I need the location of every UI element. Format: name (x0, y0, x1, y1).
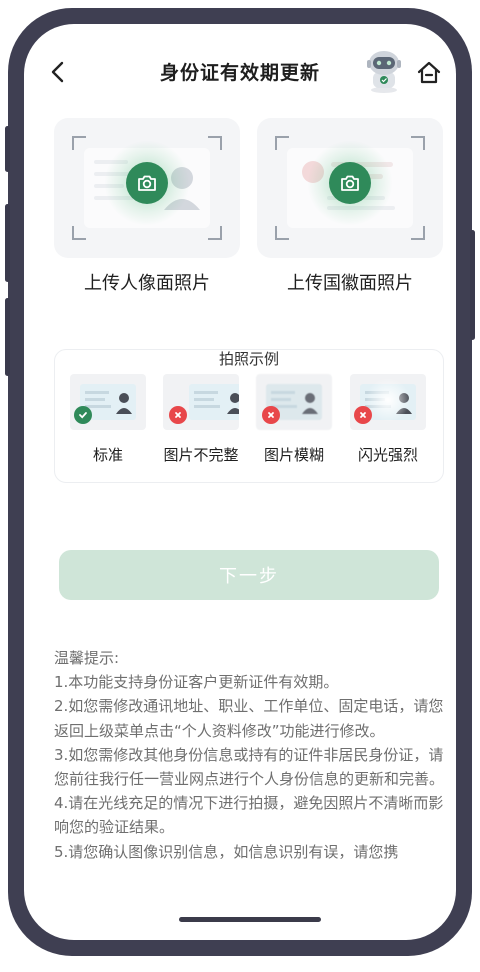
frame-corner (72, 226, 86, 240)
robot-icon[interactable] (364, 48, 404, 94)
frame-corner (275, 226, 289, 240)
frame-corner (411, 226, 425, 240)
example-thumbnail (350, 374, 426, 430)
photo-examples-panel: 拍照示例 标准 图片不完整 图片模糊 闪光强烈 (54, 349, 444, 483)
camera-icon[interactable] (329, 162, 371, 204)
phone-frame: 身份证有效期更新 上传人像面照片 上传国徽面照片 拍照示例 标准 图片不完整 图… (5, 8, 475, 956)
tip-item: 3.如您需修改其他身份信息或持有的证件非居民身份证，请您前往我行任一营业网点进行… (54, 745, 445, 789)
example-blurry: 图片模糊 (254, 374, 334, 465)
frame-corner (208, 136, 222, 150)
tip-item: 5.请您确认图像识别信息，如信息识别有误，请您携 (54, 842, 399, 861)
tips-title: 温馨提示: (54, 649, 120, 667)
example-thumbnail (70, 374, 146, 430)
volume-up-button (5, 204, 10, 282)
tips-section: 温馨提示: 1.本功能支持身份证客户更新证件有效期。 2.如您需修改通讯地址、职… (54, 646, 446, 864)
check-icon (74, 406, 92, 424)
upload-portrait-side-card[interactable] (54, 118, 240, 258)
upload-emblem-side-card[interactable] (257, 118, 443, 258)
photo-examples-title-text: 拍照示例 (212, 350, 285, 368)
example-flash-glare: 闪光强烈 (348, 374, 428, 465)
side-button (5, 126, 10, 172)
close-icon (262, 406, 280, 424)
frame-corner (411, 136, 425, 150)
example-label: 标准 (92, 446, 123, 464)
frame-corner (275, 136, 289, 150)
top-nav-bar: 身份证有效期更新 (24, 24, 456, 114)
frame-corner (72, 136, 86, 150)
home-indicator[interactable] (179, 917, 321, 922)
tip-item: 1.本功能支持身份证客户更新证件有效期。 (54, 673, 339, 692)
close-icon (169, 406, 187, 424)
example-label: 图片不完整 (163, 446, 239, 464)
example-label: 闪光强烈 (357, 446, 418, 464)
power-button (470, 230, 475, 340)
volume-down-button (5, 298, 10, 376)
upload-emblem-label: 上传国徽面照片 (287, 273, 413, 294)
home-icon[interactable] (416, 60, 442, 86)
camera-icon[interactable] (126, 162, 168, 204)
upload-portrait-label: 上传人像面照片 (84, 273, 210, 294)
next-step-button[interactable]: 下一步 (59, 550, 439, 600)
example-incomplete: 图片不完整 (161, 374, 241, 465)
tip-item: 4.请在光线充足的情况下进行拍摄，避免因照片不清晰而影响您的验证结果。 (54, 794, 444, 837)
example-label: 图片模糊 (263, 446, 324, 464)
tip-item: 2.如您需修改通讯地址、职业、工作单位、固定电话，请您返回上级菜单点击“个人资料… (54, 697, 444, 740)
close-icon (354, 406, 372, 424)
frame-corner (208, 226, 222, 240)
screen: 身份证有效期更新 上传人像面照片 上传国徽面照片 拍照示例 标准 图片不完整 图… (24, 24, 456, 940)
example-standard: 标准 (68, 374, 148, 465)
example-thumbnail (163, 374, 239, 430)
photo-examples-title: 拍照示例 (55, 348, 443, 369)
